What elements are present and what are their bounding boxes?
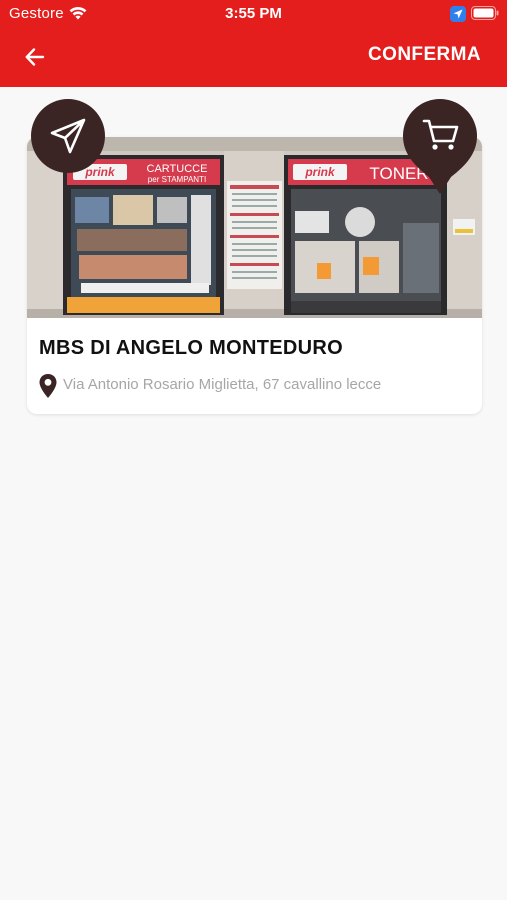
cart-button[interactable] xyxy=(403,99,477,195)
map-pin-icon xyxy=(39,374,57,398)
nav-bar: CONFERMA xyxy=(0,28,507,87)
left-sign-text: CARTUCCE xyxy=(147,163,208,175)
arrow-left-icon xyxy=(25,48,45,66)
left-sign-brand: prink xyxy=(84,165,116,179)
store-address[interactable]: Via Antonio Rosario Miglietta, 67 cavall… xyxy=(63,376,381,393)
right-sign-brand: prink xyxy=(304,165,336,179)
status-time: 3:55 PM xyxy=(225,5,282,22)
send-button[interactable] xyxy=(31,99,105,173)
location-arrow-icon xyxy=(450,6,466,22)
store-name[interactable]: MBS DI ANGELO MONTEDURO xyxy=(39,337,343,360)
confirm-button[interactable]: CONFERMA xyxy=(368,44,481,66)
paper-plane-icon xyxy=(50,118,86,154)
back-button[interactable] xyxy=(18,40,52,74)
battery-icon xyxy=(471,6,499,20)
cart-pin-shape xyxy=(403,99,477,194)
left-sign-sub: per STAMPANTI xyxy=(148,175,206,184)
app-header: Gestore 3:55 PM CONFERMA xyxy=(0,0,507,87)
status-bar: Gestore 3:55 PM xyxy=(0,0,507,28)
